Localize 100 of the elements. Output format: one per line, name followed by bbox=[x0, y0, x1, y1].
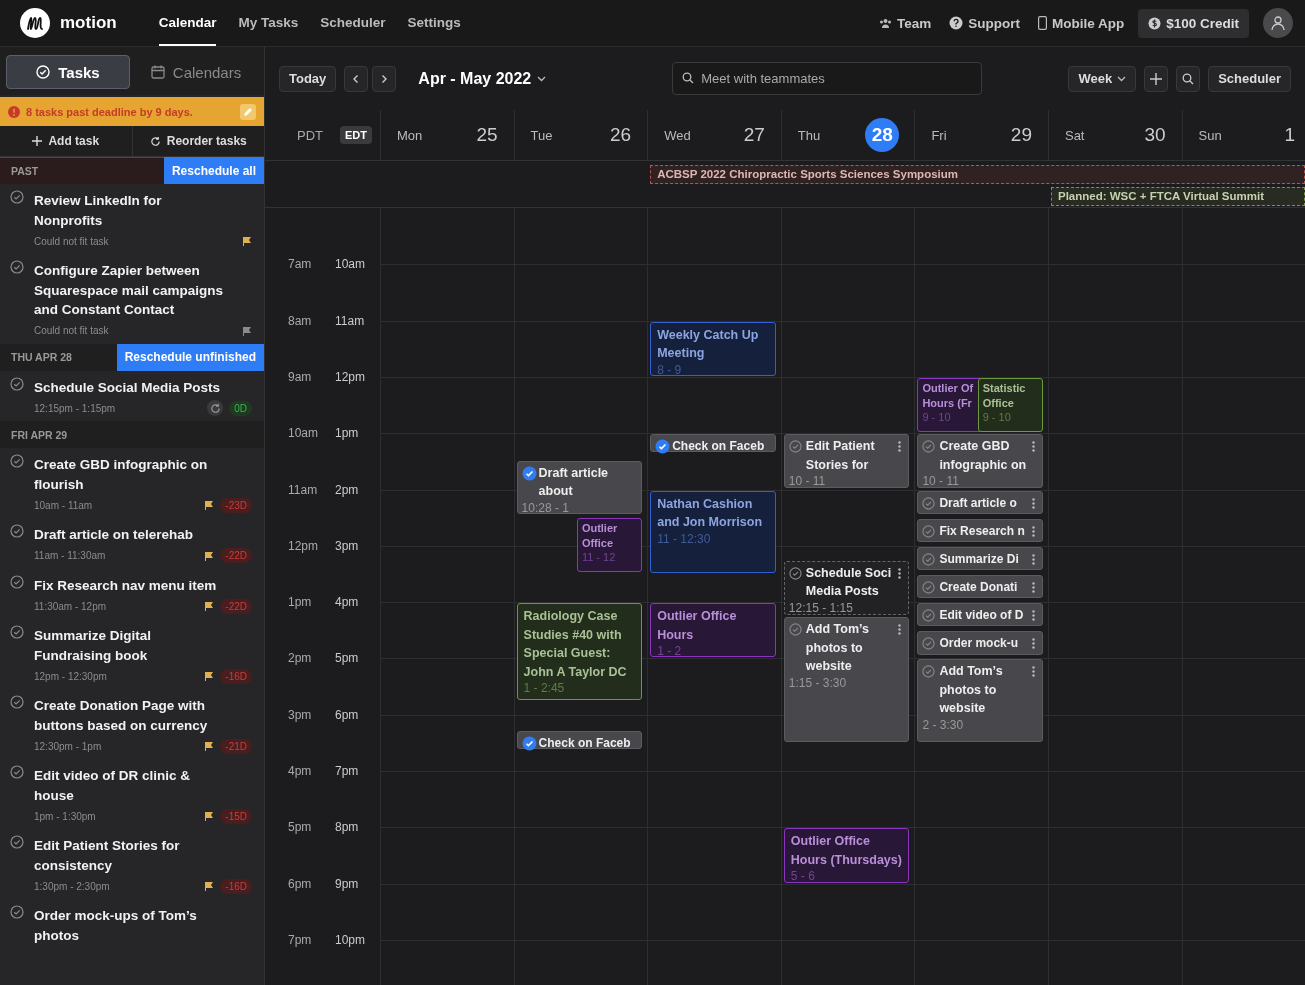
task-title[interactable]: Draft article on telerehab bbox=[34, 524, 226, 545]
check-circle-icon[interactable] bbox=[788, 440, 802, 454]
check-circle-icon[interactable] bbox=[922, 524, 936, 538]
check-circle-icon[interactable] bbox=[922, 580, 936, 594]
task-block[interactable]: Edit Patient Stories for 10 - 11 bbox=[783, 434, 910, 489]
timezone-toggle[interactable]: EDT bbox=[340, 126, 372, 144]
view-dropdown[interactable]: Week bbox=[1068, 65, 1137, 92]
date-range-picker[interactable]: Apr - May 2022 bbox=[412, 68, 553, 89]
calendar-event[interactable]: Radiology Case Studies #40 with Special Guest: John A Taylor DC 1 - 2:45 bbox=[516, 603, 643, 700]
hour-label: 7am bbox=[288, 257, 312, 272]
check-circle-icon[interactable] bbox=[922, 440, 936, 454]
checked-icon[interactable] bbox=[521, 735, 537, 751]
task-block[interactable]: Create GBD infographic on 10 - 11 bbox=[917, 434, 1043, 489]
check-circle-icon[interactable] bbox=[10, 765, 24, 779]
sidebar-tab[interactable]: Calendars bbox=[134, 55, 258, 89]
check-circle-icon[interactable] bbox=[10, 190, 24, 204]
calendar-event[interactable]: Nathan Cashion and Jon Morrison 11 - 12:30 bbox=[650, 490, 776, 573]
hour-label: 8am bbox=[288, 313, 312, 328]
avatar[interactable] bbox=[1263, 8, 1293, 38]
task-block[interactable]: Check on Faceb bbox=[516, 730, 643, 750]
calendar-event[interactable]: Outlier Office Hours (Thursdays) 5 - 6 bbox=[783, 828, 910, 883]
check-circle-icon[interactable] bbox=[922, 665, 936, 679]
check-circle-icon[interactable] bbox=[788, 566, 802, 580]
hour-label: 9am bbox=[288, 369, 312, 384]
event-time: 5 - 6 bbox=[790, 869, 816, 882]
reschedule-button[interactable]: Reschedule all bbox=[163, 157, 264, 184]
task-block[interactable]: Draft article about 10:28 - 1 bbox=[516, 460, 643, 514]
task-title[interactable]: Edit video of DR clinic & house bbox=[34, 765, 226, 805]
task-title[interactable]: Fix Research nav menu item bbox=[34, 574, 226, 595]
search-button[interactable] bbox=[1176, 65, 1201, 92]
add-button[interactable] bbox=[1144, 65, 1169, 92]
check-circle-icon[interactable] bbox=[10, 524, 24, 538]
brand-name: motion bbox=[60, 13, 117, 33]
event-title: Nathan Cashion and Jon Morrison bbox=[657, 495, 764, 531]
task-title[interactable]: Create GBD infographic on flourish bbox=[34, 454, 226, 494]
check-circle-icon[interactable] bbox=[10, 625, 24, 639]
timezone-toggle[interactable]: PDT bbox=[292, 124, 328, 146]
check-circle-icon[interactable] bbox=[922, 637, 936, 651]
nav-tab[interactable]: Settings bbox=[407, 0, 461, 46]
reschedule-button[interactable]: Reschedule unfinished bbox=[116, 343, 264, 371]
task-block[interactable]: Schedule Soci Media Posts 12:15 - 1:15 bbox=[783, 560, 910, 616]
sidebar-tab[interactable]: Tasks bbox=[6, 55, 130, 89]
check-circle-icon[interactable] bbox=[10, 376, 24, 391]
calendar-event[interactable]: Outlier Office 11 - 12 bbox=[576, 517, 643, 572]
nav-tab[interactable]: My Tasks bbox=[238, 0, 299, 46]
check-circle-icon[interactable] bbox=[788, 623, 802, 637]
hour-label: 11am bbox=[288, 482, 318, 497]
task-title[interactable]: Order mock-ups of Tom’s photos bbox=[34, 905, 226, 945]
day-name: Sun bbox=[1198, 127, 1222, 143]
task-title[interactable]: Summarize Digital Fundraising book bbox=[34, 625, 226, 665]
next-button[interactable] bbox=[372, 65, 397, 92]
task-block[interactable]: Fix Research n bbox=[917, 518, 1043, 542]
today-button[interactable]: Today bbox=[279, 65, 337, 92]
days-badge: -22D bbox=[220, 548, 252, 563]
checked-icon[interactable] bbox=[655, 439, 671, 455]
all-day-event[interactable]: ACBSP 2022 Chiropractic Sports Sciences Symposium bbox=[650, 165, 1305, 184]
task-title[interactable]: Create Donation Page with buttons based on currency bbox=[34, 695, 226, 735]
check-circle-icon[interactable] bbox=[922, 496, 936, 510]
task-block[interactable]: Create Donati bbox=[917, 574, 1043, 599]
task-block[interactable]: Add Tom’s photos to website 2 - 3:30 bbox=[917, 659, 1043, 742]
credit-button[interactable]: $100 Credit bbox=[1138, 8, 1249, 38]
check-circle-icon[interactable] bbox=[10, 835, 24, 849]
task-block[interactable]: Order mock-u bbox=[917, 631, 1043, 655]
all-day-event[interactable]: Planned: WSC + FTCA Virtual Summit bbox=[1050, 187, 1305, 206]
phone-icon bbox=[1037, 16, 1047, 30]
calendar-event[interactable]: Outlier Office Hours 1 - 2 bbox=[650, 603, 776, 658]
check-circle-icon[interactable] bbox=[10, 574, 24, 589]
nav-tab[interactable]: Scheduler bbox=[320, 0, 386, 46]
nav-link[interactable]: Support bbox=[949, 15, 1020, 31]
check-circle-icon[interactable] bbox=[10, 454, 24, 468]
check-circle-icon[interactable] bbox=[10, 695, 24, 709]
nav-link[interactable]: Mobile App bbox=[1037, 15, 1125, 31]
logo-icon[interactable] bbox=[20, 8, 50, 38]
action-button[interactable]: Reorder tasks bbox=[131, 126, 264, 156]
check-circle-icon[interactable] bbox=[922, 552, 936, 566]
task-time: 10 - 11 bbox=[788, 474, 826, 490]
task-block[interactable]: Edit video of D bbox=[917, 603, 1043, 627]
task-title[interactable]: Edit Patient Stories for consistency bbox=[34, 835, 226, 875]
checked-icon[interactable] bbox=[521, 465, 537, 481]
task-block[interactable]: Add Tom’s photos to website 1:15 - 3:30 bbox=[783, 617, 910, 742]
caret-icon bbox=[1117, 75, 1127, 82]
nav-link[interactable]: Team bbox=[878, 15, 932, 31]
calendar-event[interactable]: Statistic Office 9 - 10 bbox=[977, 377, 1043, 433]
task-block[interactable]: Draft article o bbox=[917, 490, 1043, 514]
task-title: Order mock-u bbox=[939, 635, 1020, 653]
check-circle-icon[interactable] bbox=[10, 260, 24, 274]
task-title[interactable]: Review LinkedIn for Nonprofits bbox=[34, 190, 226, 230]
search-field[interactable]: Meet with teammates bbox=[672, 62, 983, 95]
check-circle-icon[interactable] bbox=[922, 609, 936, 623]
task-title[interactable]: Schedule Social Media Posts bbox=[34, 376, 226, 397]
previous-button[interactable] bbox=[344, 65, 369, 92]
action-button[interactable]: Add task bbox=[0, 126, 132, 156]
task-block[interactable]: Check on Faceb bbox=[650, 434, 776, 453]
task-block[interactable]: Summarize Di bbox=[917, 546, 1043, 571]
scheduler-button[interactable]: Scheduler bbox=[1208, 65, 1291, 92]
people-icon bbox=[878, 18, 892, 28]
check-circle-icon[interactable] bbox=[10, 905, 24, 919]
hour-label: 12pm bbox=[288, 538, 319, 553]
task-title[interactable]: Configure Zapier between Squarespace mail campaigns and Constant Contact bbox=[34, 260, 226, 320]
calendar-event[interactable]: Weekly Catch Up Meeting 8 - 9 bbox=[650, 321, 776, 376]
